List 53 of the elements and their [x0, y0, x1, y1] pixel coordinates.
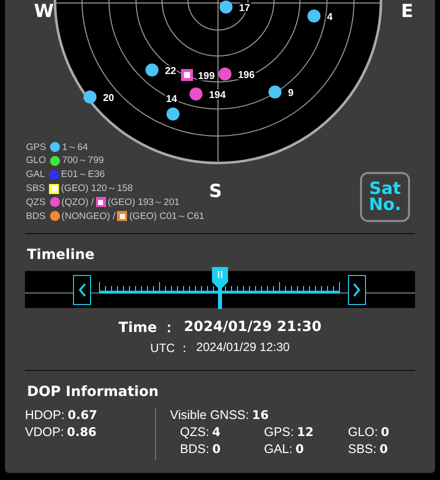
legend-label: SBS [26, 183, 46, 194]
time-label: Time ： [118, 319, 176, 337]
section-title: DOP Information [26, 383, 160, 402]
count-label: GPS: [264, 425, 294, 439]
next-button[interactable] [348, 274, 366, 304]
count-value: 12 [296, 425, 314, 439]
satellite-label: 9 [288, 88, 294, 99]
compass-label: S [209, 181, 222, 202]
dop-label: VDOP: [25, 425, 64, 439]
count-value: 0 [380, 442, 388, 456]
satellite-marker [181, 69, 193, 81]
utc-label: UTC ： [150, 340, 190, 357]
legend-label: GLO [26, 155, 46, 166]
legend-label: GAL [26, 169, 46, 180]
legend-label: QZS [26, 196, 46, 208]
satellite-label: 22 [165, 66, 176, 77]
legend-text: (GEO) 193～201 [108, 196, 180, 209]
dop-value: 0.67 [68, 408, 98, 422]
count-label: SBS: [348, 442, 376, 456]
previous-button[interactable] [73, 274, 91, 304]
time-value: 2024/01/29 21:30 [184, 319, 322, 337]
legend-label: BDS [26, 210, 46, 222]
count-label: GAL: [264, 442, 292, 456]
sat-no-button[interactable]: Sat No. [360, 172, 410, 222]
section-title: Timeline [26, 246, 96, 265]
slider-thumb[interactable] [212, 267, 228, 309]
dop-label: HDOP: [25, 408, 65, 422]
utc-value: 2024/01/29 12:30 [196, 340, 290, 356]
visible-gnss-label: Visible GNSS: [170, 408, 249, 422]
legend-label: GPS [26, 142, 46, 153]
count-value: 4 [212, 425, 221, 439]
chevron-right-icon [353, 282, 361, 296]
legend-text: E01～E36 [61, 168, 105, 182]
legend-text: 1～64 [62, 140, 88, 154]
count-value: 0 [212, 442, 221, 456]
satellite-label: 4 [327, 12, 333, 23]
chevron-left-icon [78, 282, 86, 296]
count-value: 0 [380, 425, 390, 439]
legend-text: (NONGEO) / [62, 210, 116, 222]
legend-text: (GEO) C01～C61 [129, 210, 204, 223]
count-value: 0 [296, 442, 304, 456]
visible-gnss-value: 16 [252, 408, 269, 422]
satellite-label: 20 [103, 93, 114, 104]
dop-value: 0.86 [66, 425, 97, 439]
count-label: QZS: [180, 425, 210, 439]
compass-label: E [401, 1, 414, 22]
satellite-label: 199 [198, 71, 215, 82]
legend-text: (QZO) / [62, 196, 94, 208]
legend-text: 700～799 [62, 154, 104, 168]
count-label: GLO: [348, 425, 378, 439]
compass-label: W [34, 1, 54, 22]
legend-text: (GEO) 120～158 [61, 182, 133, 195]
count-label: BDS: [180, 442, 210, 456]
